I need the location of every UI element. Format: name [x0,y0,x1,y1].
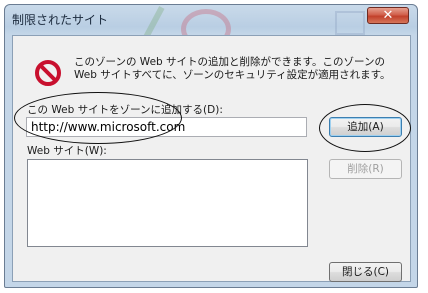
no-entry-icon [35,60,61,86]
dialog-description: このゾーンの Web サイトの追加と削除ができます。このゾーンの Web サイト… [74,56,391,81]
add-site-label: この Web サイトをゾーンに追加する(D): [27,104,223,116]
window-title: 制限されたサイト [12,13,109,27]
site-url-input[interactable] [26,117,307,137]
websites-list[interactable] [27,159,308,247]
websites-label: Web サイト(W): [27,145,107,157]
dialog-body: このゾーンの Web サイトの追加と削除ができます。このゾーンの Web サイト… [12,35,411,282]
dialog-window: 制限されたサイト ✕ このゾーンの Web サイトの追加と削除ができます。このゾ… [4,4,418,288]
close-button[interactable]: 閉じる(C) [329,262,402,282]
close-window-button[interactable]: ✕ [367,7,409,24]
title-decoration [335,11,365,35]
remove-button[interactable]: 削除(R) [329,159,402,179]
add-button[interactable]: 追加(A) [329,117,402,137]
